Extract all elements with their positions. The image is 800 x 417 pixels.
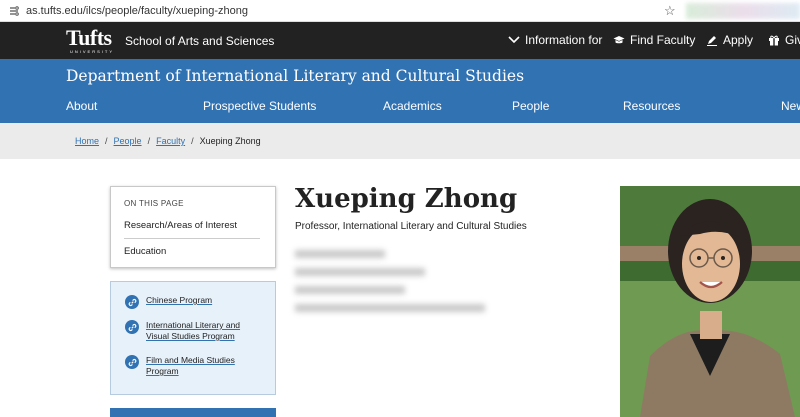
link-icon <box>125 295 139 309</box>
breadcrumb-home[interactable]: Home <box>75 136 99 146</box>
give-link[interactable]: Giv <box>768 33 800 47</box>
nav-resources[interactable]: Resources <box>623 99 680 113</box>
on-this-page-box: ON THIS PAGE Research/Areas of Interest … <box>110 186 276 268</box>
nav-news[interactable]: New <box>781 99 800 113</box>
breadcrumb-band: Home / People / Faculty / Xueping Zhong <box>0 123 800 159</box>
nav-academics[interactable]: Academics <box>383 99 442 113</box>
tufts-logo[interactable]: Tufts UNIVERSITY <box>66 27 118 55</box>
site-info-icon[interactable] <box>8 5 20 17</box>
breadcrumb-current: Xueping Zhong <box>199 136 261 146</box>
nav-about[interactable]: About <box>66 99 97 113</box>
breadcrumb-faculty[interactable]: Faculty <box>156 136 185 146</box>
university-header: Tufts UNIVERSITY School of Arts and Scie… <box>0 22 800 59</box>
breadcrumb-separator: / <box>147 136 151 146</box>
sidebar-blue-button[interactable] <box>110 408 276 417</box>
faculty-title: Professor, International Literary and Cu… <box>295 221 527 232</box>
faculty-photo <box>620 186 800 417</box>
pencil-icon <box>707 36 717 46</box>
gift-icon <box>769 35 779 46</box>
department-header: Department of International Literary and… <box>0 59 800 123</box>
give-label: Giv <box>785 33 800 47</box>
program-link-label: Film and Media Studies Program <box>146 355 235 376</box>
faculty-name: Xueping Zhong <box>295 184 518 214</box>
nav-people[interactable]: People <box>512 99 549 113</box>
redacted-contact-info <box>295 246 485 324</box>
chevron-down-icon <box>508 36 520 44</box>
bookmark-star-icon[interactable]: ☆ <box>664 3 676 19</box>
url-field[interactable]: as.tufts.edu/ilcs/people/faculty/xueping… <box>26 5 248 17</box>
anchor-education[interactable]: Education <box>124 246 166 257</box>
nav-prospective-students[interactable]: Prospective Students <box>203 99 316 113</box>
information-for-menu[interactable]: Information for <box>508 33 602 47</box>
find-faculty-link[interactable]: Find Faculty <box>613 33 695 47</box>
program-links-box: Chinese Program International Literary a… <box>110 281 276 395</box>
breadcrumb: Home / People / Faculty / Xueping Zhong <box>75 136 261 146</box>
link-icon <box>125 355 139 369</box>
mortarboard-icon <box>613 36 625 44</box>
anchor-research[interactable]: Research/Areas of Interest <box>124 220 237 231</box>
information-for-label: Information for <box>525 33 603 47</box>
school-link[interactable]: School of Arts and Sciences <box>125 34 274 48</box>
find-faculty-label: Find Faculty <box>630 33 696 47</box>
on-this-page-heading: ON THIS PAGE <box>124 199 184 208</box>
breadcrumb-separator: / <box>191 136 194 146</box>
extension-icons <box>686 3 800 19</box>
divider <box>124 238 260 239</box>
breadcrumb-separator: / <box>105 136 108 146</box>
program-link-chinese[interactable]: Chinese Program <box>125 295 212 309</box>
browser-address-bar: as.tufts.edu/ilcs/people/faculty/xueping… <box>0 0 800 22</box>
program-link-ilvs[interactable]: International Literary and Visual Studies… <box>125 320 240 342</box>
program-link-label: Chinese Program <box>146 295 213 305</box>
program-link-film-media[interactable]: Film and Media Studies Program <box>125 355 235 377</box>
department-title[interactable]: Department of International Literary and… <box>66 67 524 85</box>
breadcrumb-people[interactable]: People <box>114 136 142 146</box>
apply-label: Apply <box>723 33 754 47</box>
program-link-label: International Literary and Visual Studies… <box>146 320 241 341</box>
link-icon <box>125 320 139 334</box>
apply-link[interactable]: Apply <box>706 33 753 47</box>
